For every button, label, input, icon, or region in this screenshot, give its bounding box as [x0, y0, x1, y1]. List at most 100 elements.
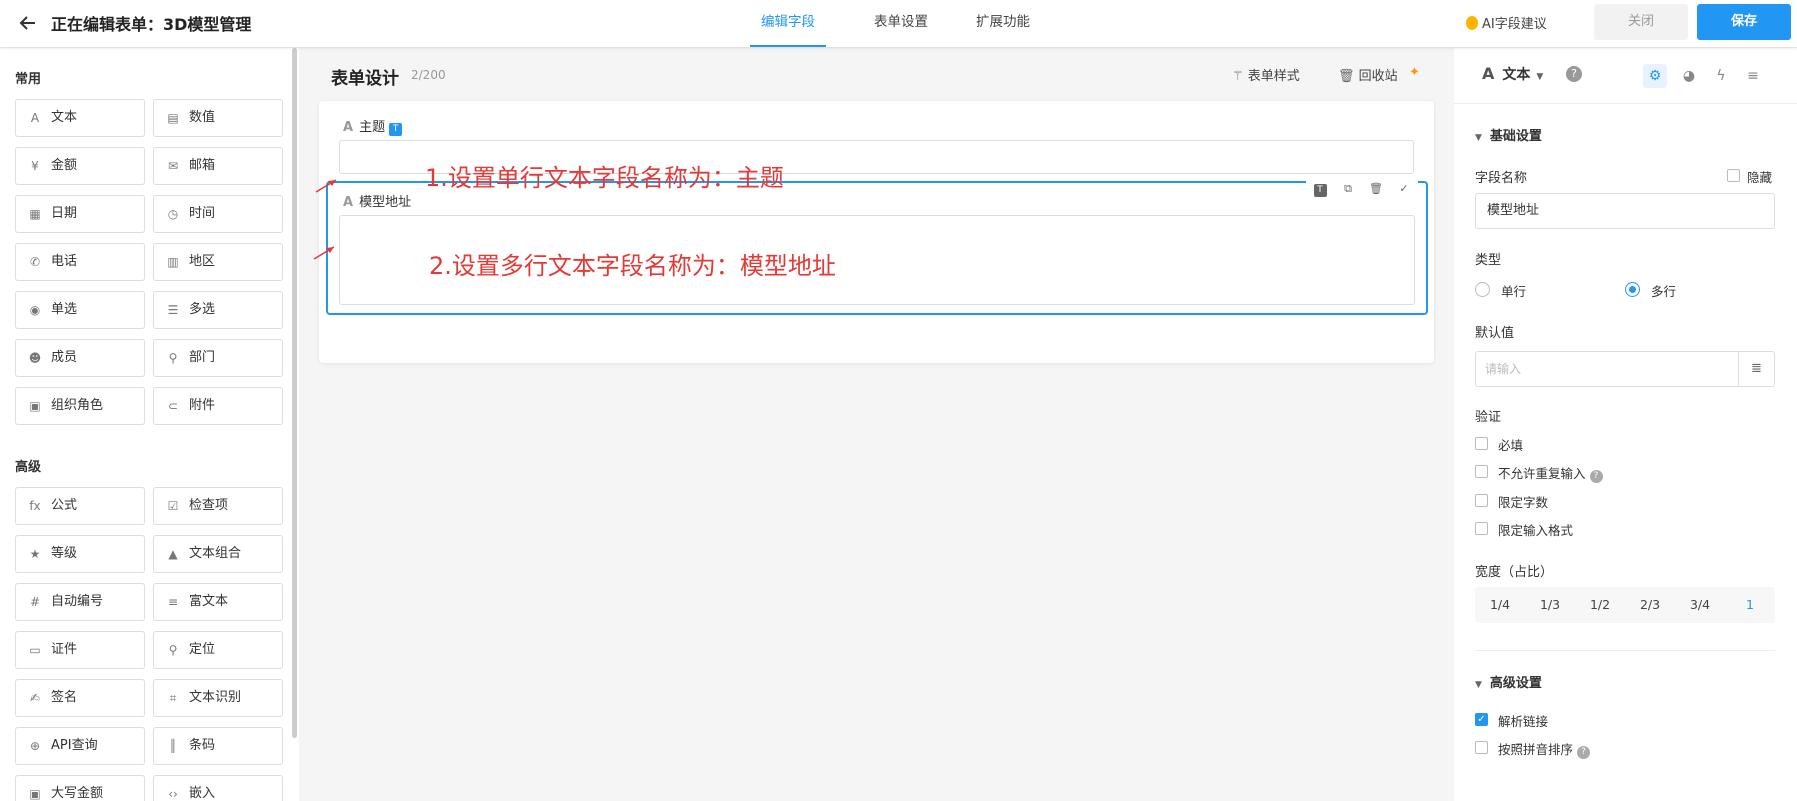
form-canvas: 表单设计 2/200 ⚚ 表单样式 🗑 回收站 ✦ A 主题 T A 模型地址 T ⧉… [313, 48, 1434, 801]
help-icon[interactable]: ? [1566, 66, 1582, 82]
form-style-button[interactable]: ⚚ 表单样式 [1232, 65, 1300, 84]
palette-item-label: 金额 [51, 158, 78, 173]
help-icon[interactable]: ? [1589, 470, 1603, 483]
annotation-2: 2.设置多行文本字段名称为：模型地址 [429, 252, 836, 280]
palette-item-label: 嵌入 [189, 786, 216, 801]
palette-item[interactable]: ‹› 嵌入 [153, 775, 283, 801]
limit-format-checkbox[interactable] [1475, 522, 1488, 535]
tab-edit-fields[interactable]: 编辑字段 [750, 0, 826, 47]
ai-field-suggest-button[interactable]: AI字段建议 [1466, 13, 1547, 32]
lightning-icon[interactable]: ϟ [1709, 64, 1733, 88]
palette-item[interactable]: ⌗ 文本识别 [153, 679, 283, 717]
settings-header: A 文本 ▼ ? ⚙ ◕ ϟ ≡ [1454, 48, 1797, 104]
palette-scrollbar[interactable] [292, 48, 297, 738]
hide-checkbox[interactable] [1727, 169, 1740, 182]
palette-icon[interactable]: ◕ [1677, 64, 1701, 88]
palette-item[interactable]: ✉ 邮箱 [153, 147, 283, 185]
width-option-1[interactable]: 1 [1725, 587, 1775, 623]
tab-form-settings[interactable]: 表单设置 [874, 0, 928, 47]
basic-settings-header[interactable]: ▼ 基础设置 [1475, 125, 1542, 144]
no-duplicate-checkbox[interactable] [1475, 465, 1488, 478]
width-option-2-3[interactable]: 2/3 [1625, 587, 1675, 623]
field-name-input[interactable]: 模型地址 [1475, 193, 1775, 229]
sparkle-icon[interactable]: ✦ [1409, 65, 1420, 80]
check-icon[interactable]: ✓ [1390, 180, 1418, 198]
field-toolbar: T ⧉ 🗑 ✓ [1306, 180, 1418, 198]
location-pin-icon: ⚲ [168, 643, 178, 657]
field-type-dropdown[interactable]: A 文本 ▼ [1482, 64, 1543, 84]
text-a-icon: A [1482, 64, 1495, 83]
palette-item[interactable]: ▲ 文本组合 [153, 535, 283, 573]
clock-icon: ◷ [167, 207, 179, 221]
palette-item[interactable]: ◉ 单选 [15, 291, 145, 329]
copy-icon[interactable]: ⧉ [1334, 180, 1362, 198]
palette-item[interactable]: # 自动编号 [15, 583, 145, 621]
palette-item[interactable]: ¥ 金额 [15, 147, 145, 185]
palette-item[interactable]: ⚲ 定位 [153, 631, 283, 669]
palette-item[interactable]: ▤ 数值 [153, 99, 283, 137]
caret-down-icon: ▼ [1536, 72, 1544, 82]
palette-item[interactable]: ▭ 证件 [15, 631, 145, 669]
palette-item[interactable]: ✆ 电话 [15, 243, 145, 281]
palette-item-label: 单选 [51, 302, 78, 317]
palette-item[interactable]: ⚲ 部门 [153, 339, 283, 377]
help-icon[interactable]: ? [1577, 746, 1591, 759]
pinyin-sort-checkbox[interactable] [1475, 741, 1488, 754]
field-subject-label[interactable]: A 主题 T [343, 116, 403, 136]
width-option-3-4[interactable]: 3/4 [1675, 587, 1725, 623]
palette-item[interactable]: ≡ 富文本 [153, 583, 283, 621]
palette-item[interactable]: ★ 等级 [15, 535, 145, 573]
palette-item-label: 成员 [51, 350, 78, 365]
palette-item[interactable]: ⊕ API查询 [15, 727, 145, 765]
palette-item[interactable]: ⊂ 附件 [153, 387, 283, 425]
text-a-icon: A [343, 195, 354, 210]
required-checkbox[interactable] [1475, 437, 1488, 450]
default-value-label: 默认值 [1475, 326, 1515, 341]
palette-item[interactable]: ✍ 签名 [15, 679, 145, 717]
width-option-1-3[interactable]: 1/3 [1525, 587, 1575, 623]
type-multi-radio[interactable] [1625, 282, 1640, 297]
palette-item[interactable]: ▣ 大写金额 [15, 775, 145, 801]
type-section-label: 类型 [1475, 253, 1502, 268]
field-model-address-label: A 模型地址 [343, 191, 411, 210]
mail-icon: ✉ [167, 159, 179, 173]
collapse-triangle-icon: ▼ [1475, 680, 1482, 690]
palette-item-label: 大写金额 [51, 786, 104, 801]
recycle-bin-button[interactable]: 🗑 回收站 [1338, 65, 1398, 84]
type-single-radio[interactable] [1475, 282, 1490, 297]
palette-item[interactable]: ◷ 时间 [153, 195, 283, 233]
title-t-icon[interactable]: T [1306, 180, 1334, 198]
palette-item[interactable]: ▣ 组织角色 [15, 387, 145, 425]
palette-item[interactable]: ▥ 地区 [153, 243, 283, 281]
pinyin-sort-label: 按照拼音排序? [1498, 739, 1591, 759]
palette-item-label: 等级 [51, 546, 78, 561]
parse-link-checkbox[interactable]: ✓ [1475, 713, 1488, 726]
id-card-icon: ▭ [29, 643, 41, 657]
palette-item[interactable]: ▦ 日期 [15, 195, 145, 233]
insert-field-icon[interactable]: ≣ [1739, 351, 1775, 387]
palette-item-label: 地区 [189, 254, 216, 269]
sort-lines-icon[interactable]: ≡ [1741, 64, 1765, 88]
palette-item[interactable]: ☑ 检查项 [153, 487, 283, 525]
limit-length-checkbox[interactable] [1475, 494, 1488, 507]
width-option-1-4[interactable]: 1/4 [1475, 587, 1525, 623]
width-option-1-2[interactable]: 1/2 [1575, 587, 1625, 623]
ai-suggest-label: AI字段建议 [1482, 17, 1547, 32]
save-button[interactable]: 保存 [1697, 4, 1791, 40]
collapse-triangle-icon: ▼ [1475, 133, 1482, 143]
bulb-icon [1466, 16, 1478, 30]
back-arrow-icon[interactable] [18, 13, 38, 33]
palette-item[interactable]: ║ 条码 [153, 727, 283, 765]
advanced-settings-header[interactable]: ▼ 高级设置 [1475, 672, 1542, 691]
palette-item[interactable]: ☰ 多选 [153, 291, 283, 329]
palette-item[interactable]: ☻ 成员 [15, 339, 145, 377]
default-value-input[interactable]: 请输入 [1475, 351, 1739, 387]
palette-item[interactable]: A 文本 [15, 99, 145, 137]
gear-icon[interactable]: ⚙ [1643, 64, 1667, 88]
close-button[interactable]: 关闭 [1594, 4, 1688, 40]
delete-icon[interactable]: 🗑 [1362, 180, 1390, 198]
tab-extensions[interactable]: 扩展功能 [976, 0, 1030, 47]
page-title: 正在编辑表单：3D模型管理 [51, 15, 252, 34]
palette-item[interactable]: fx 公式 [15, 487, 145, 525]
palette-item-label: 文本组合 [189, 546, 242, 561]
